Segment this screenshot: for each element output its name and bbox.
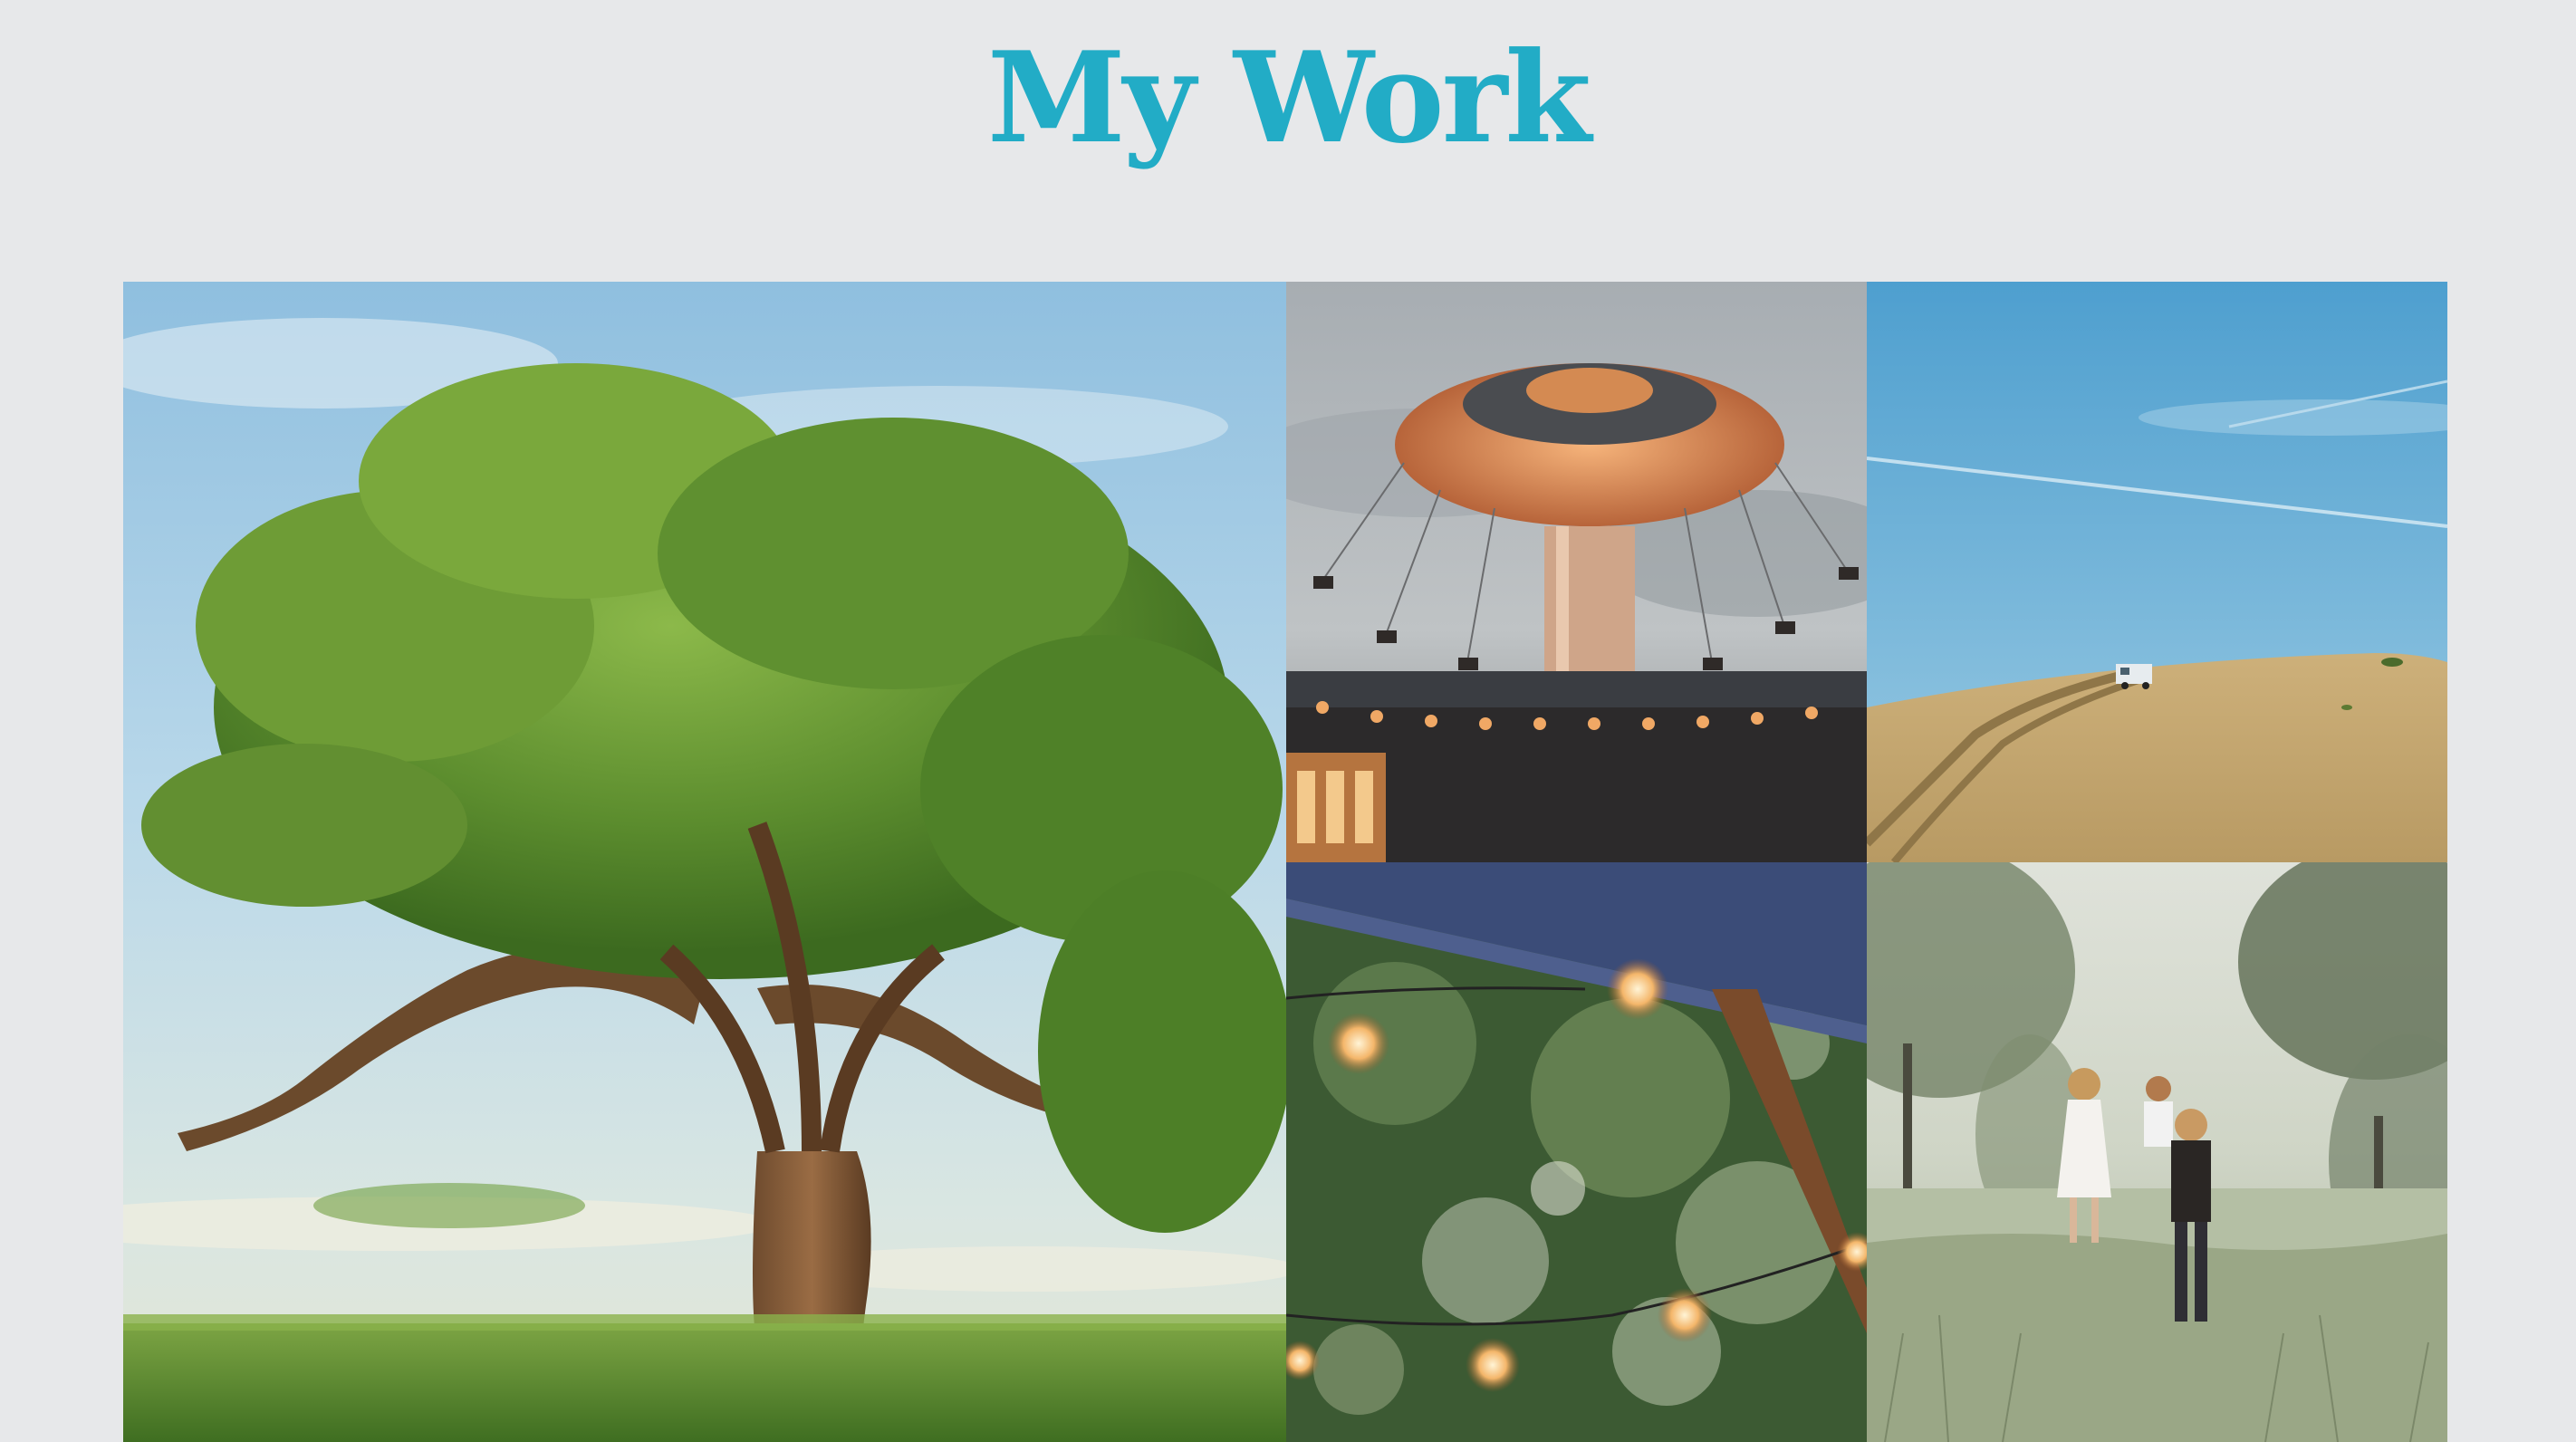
gallery-item-children[interactable] bbox=[1867, 862, 2447, 1442]
portfolio-gallery bbox=[123, 282, 2447, 1442]
hill-with-van-photo bbox=[1867, 282, 2447, 862]
swing-carousel-photo bbox=[1286, 282, 1867, 862]
gallery-item-carousel[interactable] bbox=[1286, 282, 1867, 862]
gallery-item-tree[interactable] bbox=[123, 282, 1286, 1442]
gallery-item-lights[interactable] bbox=[1286, 862, 1867, 1442]
gallery-item-hill[interactable] bbox=[1867, 282, 2447, 862]
page-title: My Work bbox=[986, 24, 1591, 171]
tree-photo bbox=[123, 282, 1286, 1442]
children-in-meadow-photo bbox=[1867, 862, 2447, 1442]
string-lights-photo bbox=[1286, 862, 1867, 1442]
